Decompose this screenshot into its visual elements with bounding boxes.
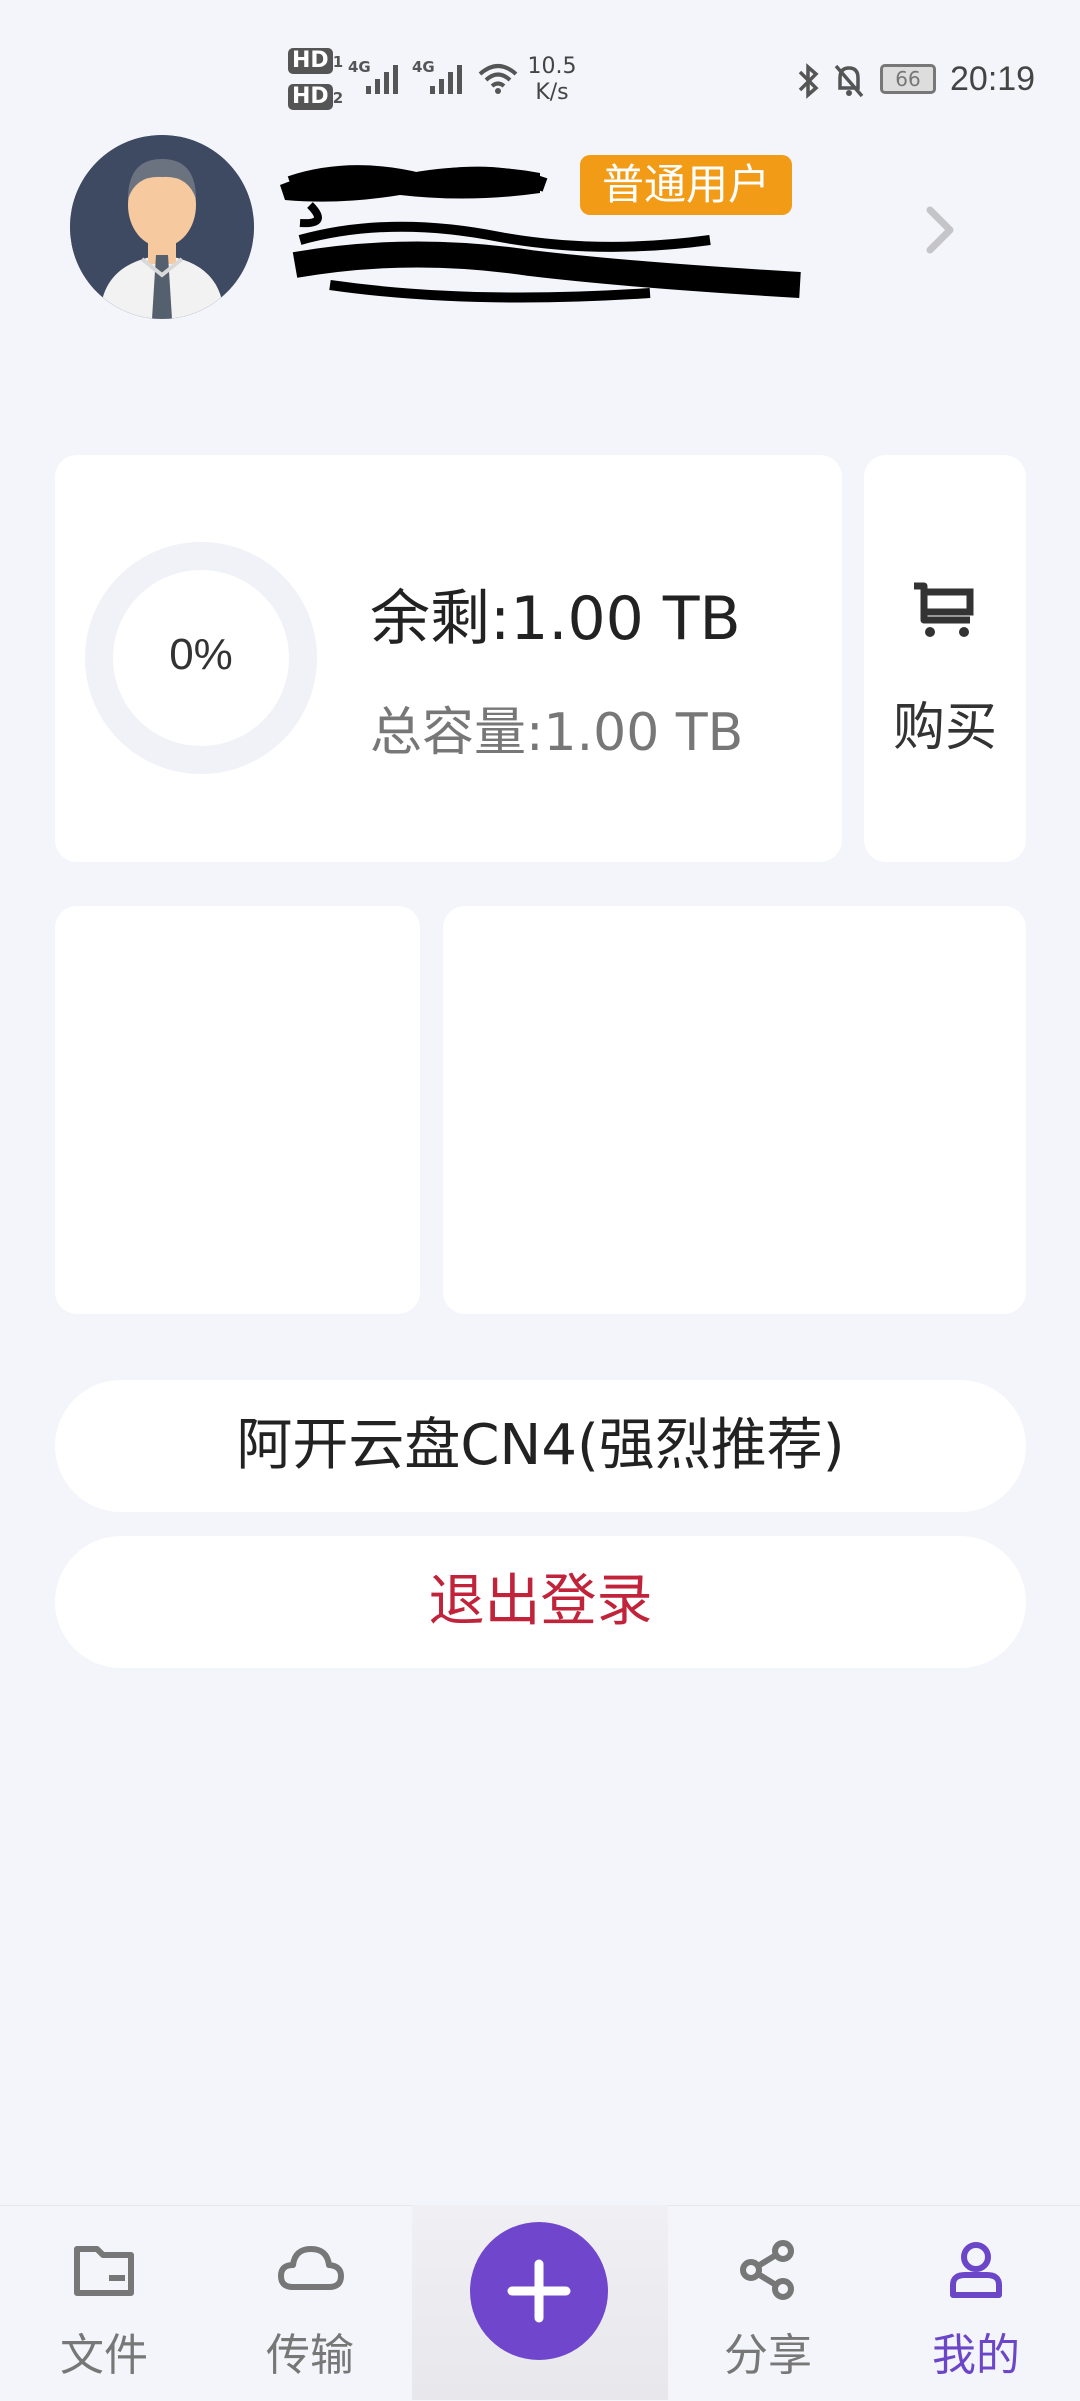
- sim2-indicator: HD 2: [288, 84, 343, 110]
- storage-total: 总容量:1.00 TB: [370, 703, 744, 763]
- battery-icon: 66: [880, 64, 936, 94]
- nav-share[interactable]: 分享: [698, 2235, 838, 2383]
- add-button[interactable]: [470, 2222, 608, 2360]
- user-avatar-icon: [70, 135, 254, 319]
- buy-label: 购买: [892, 698, 997, 758]
- cart-icon: [914, 582, 974, 637]
- nav-transfer[interactable]: 传输: [240, 2235, 380, 2383]
- plus-icon: [507, 2259, 571, 2323]
- buy-button[interactable]: [864, 455, 1026, 862]
- storage-percent: 0%: [169, 630, 233, 679]
- user-level-badge: 普通用户: [580, 155, 792, 215]
- user-icon: [950, 2242, 1002, 2298]
- logout-button[interactable]: 退出登录: [55, 1536, 1026, 1668]
- clock: 20:19: [950, 60, 1036, 98]
- nav-mine[interactable]: 我的: [906, 2235, 1046, 2383]
- network-speed: 10.5 K/s: [527, 54, 577, 105]
- placeholder-card-right: [443, 906, 1026, 1314]
- bluetooth-icon: [798, 63, 819, 99]
- sim1-indicator: HD 1: [288, 48, 343, 74]
- status-bar: HD 1 HD 2 4G 4G 10.5 K/s 66 20:19: [0, 0, 1080, 140]
- avatar[interactable]: [70, 135, 254, 319]
- folder-icon: [74, 2246, 134, 2296]
- storage-remaining: 余剩:1.00 TB: [370, 584, 741, 654]
- share-icon: [740, 2240, 794, 2300]
- cloud-icon: [278, 2246, 344, 2290]
- recommend-button[interactable]: 阿开云盘CN4(强烈推荐): [55, 1380, 1026, 1512]
- nav-files[interactable]: 文件: [34, 2235, 174, 2383]
- wifi-icon: [478, 64, 518, 94]
- chevron-right-icon[interactable]: [915, 200, 965, 260]
- placeholder-card-left: [55, 906, 420, 1314]
- mute-bell-icon: [834, 64, 864, 98]
